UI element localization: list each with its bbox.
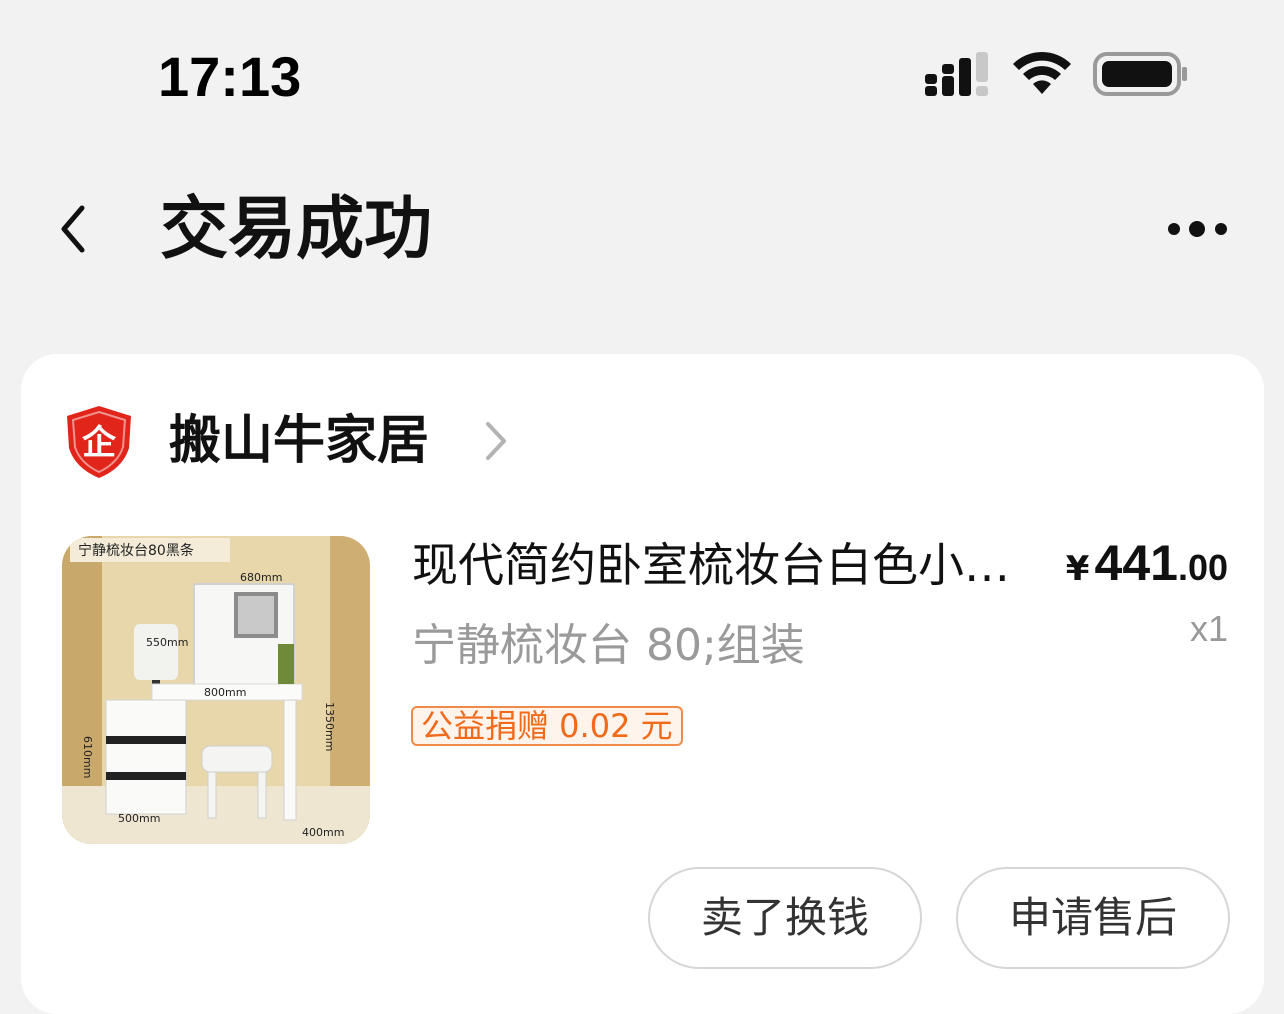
- more-dots-icon[interactable]: [1160, 216, 1234, 242]
- after-sale-button[interactable]: 申请售后: [956, 867, 1230, 969]
- status-time: 17:13: [158, 45, 302, 108]
- shop-logo-char: 企: [82, 423, 117, 463]
- navigation-bar: 交易成功: [0, 180, 1284, 290]
- chevron-right-icon: [486, 422, 506, 460]
- product-price: ¥ 441.00: [1066, 534, 1228, 592]
- dim-label: 680mm: [240, 571, 282, 584]
- product-title[interactable]: 现代简约卧室梳妆台白色小户型收纳: [412, 534, 1012, 596]
- image-caption: 宁静梳妆台80黑条: [78, 542, 194, 559]
- vanity-table-illustration: 宁静梳妆台80黑条 680mm 550mm 800mm 1350mm 610mm…: [62, 536, 370, 844]
- dim-label: 800mm: [204, 686, 246, 699]
- dim-label: 500mm: [118, 812, 160, 825]
- product-quantity: x1: [1189, 608, 1228, 649]
- order-card: 企 搬山牛家居 宁静梳妆台80黑条 680mm 550mm 800mm 1350…: [21, 354, 1264, 1014]
- price-symbol: ¥: [1065, 549, 1090, 589]
- shop-name[interactable]: 搬山牛家居: [169, 408, 429, 474]
- wifi-icon: [1013, 51, 1071, 94]
- price-integer: 441: [1094, 535, 1178, 591]
- donation-badge: 公益捐赠 0.02 元: [411, 706, 683, 746]
- sell-button[interactable]: 卖了换钱: [648, 867, 922, 969]
- product-sku: 宁静梳妆台 80;组装: [412, 620, 805, 671]
- cellular-signal-icon: [925, 52, 988, 96]
- status-bar: 17:13: [0, 0, 1284, 150]
- dim-label: 610mm: [81, 736, 94, 778]
- battery-icon: [1093, 52, 1187, 96]
- chevron-left-icon[interactable]: [52, 202, 96, 256]
- price-decimal: .00: [1177, 547, 1228, 588]
- dim-label: 550mm: [146, 636, 188, 649]
- page-title: 交易成功: [160, 190, 433, 269]
- dim-label: 400mm: [302, 826, 344, 839]
- enterprise-shield-icon: 企: [67, 406, 131, 478]
- dim-label: 1350mm: [323, 702, 336, 751]
- product-image[interactable]: 宁静梳妆台80黑条 680mm 550mm 800mm 1350mm 610mm…: [62, 536, 370, 844]
- shop-header[interactable]: 企 搬山牛家居: [65, 402, 665, 482]
